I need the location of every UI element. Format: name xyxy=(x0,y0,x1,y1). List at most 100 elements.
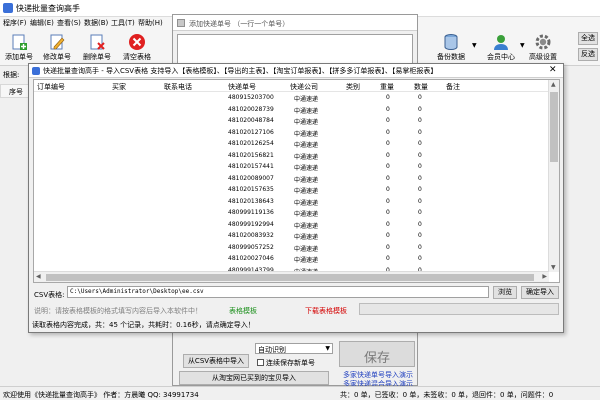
import-dialog-title: 快递批量查询高手 - 导入CSV表格 支持导入【表格模板】、【导出的主表】、【淘… xyxy=(43,67,438,75)
backup-dropdown-icon[interactable]: ▼ xyxy=(472,42,477,49)
table-row[interactable]: 481020127106 中通速递 0 0 xyxy=(34,128,549,139)
import-dialog-icon xyxy=(32,67,40,75)
recognize-select[interactable]: 自动识别 ▼ xyxy=(255,343,333,354)
cell-tracking-number: 481020028739 xyxy=(228,105,274,113)
cell-courier: 中通速递 xyxy=(294,119,319,126)
cell-weight: 0 xyxy=(386,209,390,216)
menu-edit[interactable]: 编辑(E) xyxy=(30,18,54,28)
table-row[interactable]: 480915203700 中通速递 0 0 xyxy=(34,93,549,104)
cell-tracking-number: 480999119136 xyxy=(228,209,274,216)
csv-path-label: CSV表格: xyxy=(34,291,65,299)
app-icon xyxy=(3,3,13,13)
cell-tracking-number: 480999192994 xyxy=(228,220,274,228)
cell-weight: 0 xyxy=(386,197,390,205)
import-preview-table: 订单编号 买家 联系电话 快递单号 快递公司 类别 重量 数量 备注 48091… xyxy=(33,79,560,283)
table-row[interactable]: 480999057252 中通速递 0 0 xyxy=(34,243,549,254)
add-dialog-icon xyxy=(177,19,185,27)
scroll-left-icon[interactable]: ◀ xyxy=(36,273,41,280)
cell-weight: 0 xyxy=(386,94,390,101)
cell-weight: 0 xyxy=(386,220,390,228)
horizontal-scrollbar[interactable]: ◀ ▶ xyxy=(34,271,549,282)
csv-path-field[interactable]: C:\Users\Administrator\Desktop\ee.csv xyxy=(67,286,489,298)
csv-import-dialog: 快递批量查询高手 - 导入CSV表格 支持导入【表格模板】、【导出的主表】、【淘… xyxy=(28,63,564,333)
scroll-down-icon[interactable]: ▼ xyxy=(551,264,556,271)
scroll-right-icon[interactable]: ▶ xyxy=(542,273,547,280)
invert-selection-button[interactable]: 反选 xyxy=(578,48,598,61)
browse-button[interactable]: 浏览 xyxy=(493,286,517,299)
vertical-scrollbar[interactable]: ▲ ▼ xyxy=(548,80,559,272)
import-progress-bar xyxy=(359,303,559,315)
cell-tracking-number: 481020083932 xyxy=(228,232,274,239)
clear-table-label: 清空表格 xyxy=(123,53,151,61)
main-window-title: 快递批量查询高手 xyxy=(16,4,80,13)
confirm-import-button[interactable]: 确定导入 xyxy=(521,286,559,299)
close-icon[interactable]: ✕ xyxy=(549,65,557,75)
table-header-divider xyxy=(34,91,549,92)
table-row[interactable]: 481020157635 中通速递 0 0 xyxy=(34,185,549,196)
select-all-button[interactable]: 全选 xyxy=(578,32,598,45)
table-row[interactable]: 481020089007 中通速递 0 0 xyxy=(34,174,549,185)
menu-data[interactable]: 数据(B) xyxy=(84,18,108,28)
table-row[interactable]: 481020138643 中通速递 0 0 xyxy=(34,197,549,208)
table-row[interactable]: 481020028739 中通速递 0 0 xyxy=(34,105,549,116)
cell-courier: 中通速递 xyxy=(294,188,319,195)
cell-tracking-number: 481020048784 xyxy=(228,117,274,124)
cell-tracking-number: 481020157635 xyxy=(228,186,274,193)
member-center-button[interactable]: 会员中心 xyxy=(484,32,518,64)
gear-icon xyxy=(535,34,551,50)
menu-tools[interactable]: 工具(T) xyxy=(111,18,135,28)
cell-tracking-number: 481020156821 xyxy=(228,151,274,159)
cell-weight: 0 xyxy=(386,243,390,251)
recognize-select-value: 自动识别 xyxy=(258,346,286,354)
advanced-settings-label: 高级设置 xyxy=(529,53,557,61)
status-welcome-text: 欢迎使用《快递批量查询高手》 作者：方晨曦 QQ: 34991734 xyxy=(3,391,199,399)
taobao-import-button[interactable]: 从淘宝网已买到的宝贝导入 xyxy=(179,371,329,385)
vertical-scroll-thumb[interactable] xyxy=(550,92,558,162)
table-row[interactable]: 481020126254 中通速递 0 0 xyxy=(34,139,549,150)
horizontal-scroll-thumb[interactable] xyxy=(46,274,534,281)
edit-pencil-icon xyxy=(50,34,65,50)
scroll-up-icon[interactable]: ▲ xyxy=(551,81,556,88)
clear-table-button[interactable]: 清空表格 xyxy=(120,32,154,64)
cell-courier: 中通速递 xyxy=(294,107,319,115)
csv-path-value: C:\Users\Administrator\Desktop\ee.csv xyxy=(70,288,204,295)
cell-weight: 0 xyxy=(386,255,390,262)
cell-weight: 0 xyxy=(386,105,390,113)
csv-import-button[interactable]: 从CSV表格中导入 xyxy=(183,354,249,368)
add-number-button[interactable]: 添加单号 xyxy=(2,32,36,64)
edit-number-button[interactable]: 修改单号 xyxy=(40,32,74,64)
menu-help[interactable]: 帮助(H) xyxy=(138,18,163,28)
cell-quantity: 0 xyxy=(418,174,422,182)
cell-quantity: 0 xyxy=(418,243,422,251)
cell-quantity: 0 xyxy=(418,105,422,113)
cell-quantity: 0 xyxy=(418,151,422,159)
delete-number-button[interactable]: 删除单号 xyxy=(80,32,114,64)
cell-courier: 中通速递 xyxy=(294,96,319,103)
table-row[interactable]: 480999119136 中通速递 0 0 xyxy=(34,208,549,219)
table-row[interactable]: 481020027046 中通速递 0 0 xyxy=(34,254,549,265)
cell-weight: 0 xyxy=(386,128,390,136)
cell-weight: 0 xyxy=(386,174,390,182)
menu-view[interactable]: 查看(S) xyxy=(57,18,81,28)
save-new-checkbox[interactable] xyxy=(257,359,264,366)
cell-quantity: 0 xyxy=(418,94,422,101)
cell-tracking-number: 481020138643 xyxy=(228,197,274,205)
table-row[interactable]: 481020156821 中通速递 0 0 xyxy=(34,151,549,162)
member-center-label: 会员中心 xyxy=(487,53,515,61)
template-link[interactable]: 表格模板 xyxy=(229,306,257,316)
cell-weight: 0 xyxy=(386,117,390,124)
save-button[interactable]: 保存 xyxy=(339,341,415,367)
menu-program[interactable]: 程序(F) xyxy=(3,18,27,28)
advanced-settings-button[interactable]: 高级设置 xyxy=(526,32,560,64)
backup-data-button[interactable]: 备份数据 xyxy=(434,32,468,64)
table-row[interactable]: 481020157441 中通速递 0 0 xyxy=(34,162,549,173)
cell-quantity: 0 xyxy=(418,128,422,136)
table-row[interactable]: 480999192994 中通速递 0 0 xyxy=(34,220,549,231)
add-dialog-title-bar: 添加快递单号 （一行一个单号） xyxy=(173,15,417,31)
download-template-link[interactable]: 下载表格模板 xyxy=(305,306,347,316)
table-row[interactable]: 481020048784 中通速递 0 0 xyxy=(34,116,549,127)
member-dropdown-icon[interactable]: ▼ xyxy=(520,42,525,49)
status-bar: 欢迎使用《快递批量查询高手》 作者：方晨曦 QQ: 34991734 共：0 单… xyxy=(0,386,600,400)
cell-weight: 0 xyxy=(386,186,390,193)
table-row[interactable]: 481020083932 中通速递 0 0 xyxy=(34,231,549,242)
